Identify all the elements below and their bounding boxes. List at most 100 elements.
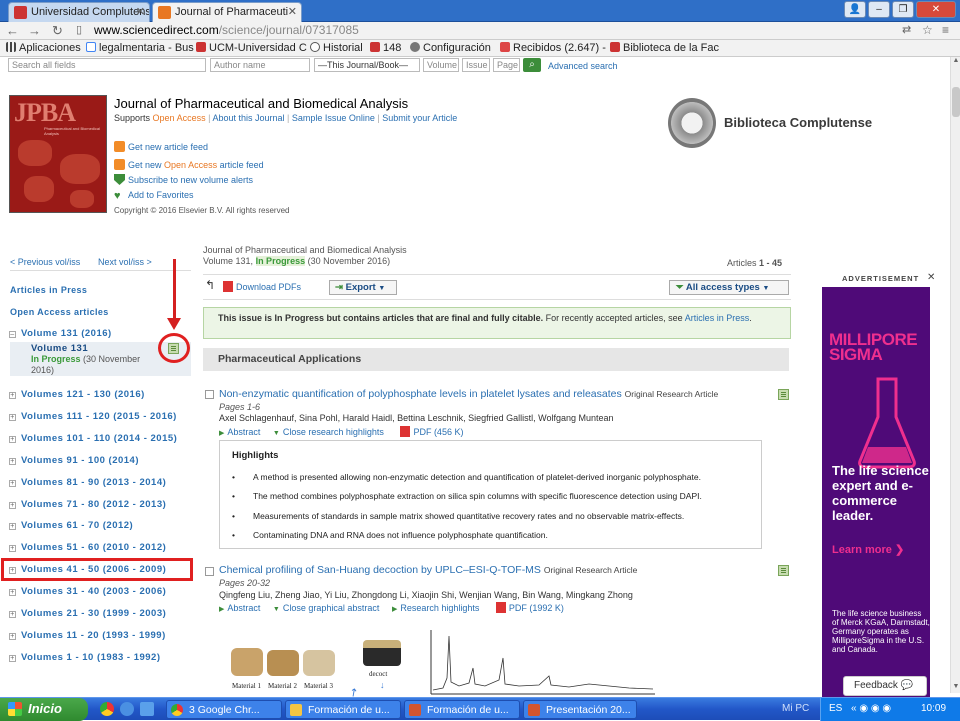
search-button[interactable]: ⌕ [523,58,541,72]
ie-icon[interactable] [120,702,134,716]
volume-group[interactable]: + Volumes 121 - 130 (2016) [9,389,145,400]
download-pdfs-link[interactable]: Download PDFs [223,281,301,292]
close-highlights-link[interactable]: ▼ Close research highlights [273,427,384,437]
volume-group[interactable]: + Volumes 1 - 10 (1983 - 1992) [9,652,161,663]
ucm-icon [610,42,620,52]
close-icon[interactable]: ✕ [136,5,145,18]
back-icon[interactable]: ← [6,23,19,38]
volume-group[interactable]: + Volumes 111 - 120 (2015 - 2016) [9,411,177,422]
bookmark-biblioteca[interactable]: Biblioteca de la Fac [610,42,719,54]
prev-issue-link[interactable]: < Previous vol/iss [10,257,80,267]
pdf-link[interactable]: PDF (456 K) [400,426,463,437]
research-highlights-link[interactable]: ▶ Research highlights [392,603,479,613]
add-favorites-link[interactable]: ♥ Add to Favorites [114,190,194,202]
volume-group[interactable]: + Volumes 91 - 100 (2014) [9,455,139,466]
submit-article-link[interactable]: Submit your Article [382,113,457,123]
export-button[interactable]: ⇥ Export ▼ [329,280,397,295]
journal-cover-image[interactable]: JPBA Pharmaceutical and Biomedical Analy… [9,95,107,213]
volume-group[interactable]: + Volumes 101 - 110 (2014 - 2015) [9,433,177,444]
advanced-search-link[interactable]: Advanced search [548,61,618,71]
about-journal-link[interactable]: About this Journal [212,113,284,123]
menu-icon[interactable]: ≡ [942,23,949,37]
page-scrollbar[interactable]: ▲ ▼ [950,57,960,693]
abstract-link[interactable]: ▶ Abstract [219,427,260,437]
next-issue-link[interactable]: Next vol/iss > [98,257,152,267]
volume-group[interactable]: + Volumes 11 - 20 (1993 - 1999) [9,630,166,641]
access-type-filter[interactable]: ⏷ All access types ▼ [669,280,789,295]
language-indicator[interactable]: ES [829,703,842,714]
scope-select[interactable]: —This Journal/Book— [314,58,420,72]
taskbar-item-folder[interactable]: Formación de u... [285,700,401,719]
close-icon[interactable]: ✕ [288,5,297,18]
feedback-button[interactable]: Feedback 💬 [843,676,927,696]
issue-input[interactable]: Issue [462,58,490,72]
graphical-abstract-image[interactable]: Material 1 Material 2 Material 3 decoct … [219,618,659,700]
volume-group[interactable]: + Volumes 31 - 40 (2003 - 2006) [9,586,166,597]
article-checkbox[interactable] [205,567,214,576]
expand-icon: + [9,414,16,421]
bookmark-apps[interactable]: Aplicaciones [6,42,81,54]
desktop-icon[interactable] [140,702,154,716]
articles-in-press-link[interactable]: Articles in Press [10,285,87,295]
forward-icon[interactable]: → [28,23,41,38]
tab-journal[interactable]: Journal of Pharmaceuti ✕ [152,2,302,22]
maximize-button[interactable]: ❐ [892,1,914,18]
tray-icons[interactable]: « ◉ ◉ ◉ [851,703,891,714]
ad-close-icon[interactable]: ✕ [927,272,935,283]
bookmark-star-icon[interactable]: ☆ [922,23,933,37]
elsevier-favicon-icon [158,6,171,19]
open-access-link[interactable]: Open Access [153,113,206,123]
reload-icon[interactable]: ↻ [52,23,63,39]
taskbar-item-ppt1[interactable]: Formación de u... [404,700,520,719]
bookmark-settings[interactable]: Configuración [410,42,491,54]
volume-group[interactable]: + Volumes 71 - 80 (2012 - 2013) [9,499,166,510]
profile-icon[interactable]: 👤 [844,1,866,18]
taskbar-item-chrome[interactable]: 3 Google Chr... [166,700,282,719]
close-window-button[interactable]: ✕ [916,1,956,18]
abstract-link[interactable]: ▶ Abstract [219,603,260,613]
volume-group[interactable]: + Volumes 61 - 70 (2012) [9,520,133,531]
ad-learn-more-link[interactable]: Learn more ❯ [832,543,904,556]
windows-taskbar: Inicio 3 Google Chr... Formación de u...… [0,697,960,721]
search-all-fields-input[interactable]: Search all fields [8,58,206,72]
articles-in-press-notice-link[interactable]: Articles in Press [685,313,750,323]
pdf-link[interactable]: PDF (1992 K) [495,602,564,613]
article-title-link[interactable]: Chemical profiling of San-Huang decoctio… [219,564,637,576]
translate-icon[interactable]: ⇄ [902,23,911,36]
minimize-button[interactable]: – [868,1,890,18]
close-graphical-abstract-link[interactable]: ▼ Close graphical abstract [273,603,380,613]
volume-group-131[interactable]: – Volume 131 (2016) [9,328,112,339]
article-title-link[interactable]: Non-enzymatic quantification of polyphos… [219,388,718,400]
bookmark-148[interactable]: 148 [370,42,401,54]
bookmark-ucm[interactable]: UCM-Universidad C [196,42,307,54]
my-pc-label[interactable]: Mi PC [782,703,809,714]
arrow-icon: ↓ [380,680,385,690]
chrome-icon[interactable] [100,702,114,716]
volume-group[interactable]: + Volumes 21 - 30 (1999 - 2003) [9,608,166,619]
volume-input[interactable]: Volume [423,58,459,72]
taskbar-item-ppt2[interactable]: Presentación 20... [523,700,637,719]
volume-group[interactable]: + Volumes 81 - 90 (2013 - 2014) [9,477,166,488]
author-name-input[interactable]: Author name [210,58,310,72]
start-button[interactable]: Inicio [0,698,88,721]
pdf-icon [223,281,233,292]
volume-group[interactable]: + Volumes 51 - 60 (2010 - 2012) [9,542,166,553]
article-toc-icon[interactable] [778,565,789,576]
volume-alerts-link[interactable]: Subscribe to new volume alerts [114,174,253,185]
clock[interactable]: 10:09 [921,703,946,714]
sample-issue-link[interactable]: Sample Issue Online [292,113,375,123]
article-checkbox[interactable] [205,390,214,399]
url-field[interactable]: www.sciencedirect.com/science/journal/07… [94,23,359,37]
alert-icon [114,174,125,185]
bookmark-history[interactable]: Historial [310,42,363,54]
tab-universidad[interactable]: Universidad Complutense ✕ [8,2,150,22]
oa-feed-link[interactable]: Get new Open Access article feed [114,159,264,170]
advertisement-banner[interactable]: MILLIPORE SIGMA The life science expert a… [822,287,930,698]
back-arrow-icon[interactable]: ↰ [205,278,215,292]
open-access-articles-link[interactable]: Open Access articles [10,307,109,317]
bookmark-legal[interactable]: legalmentaria - Bus [86,42,194,54]
article-feed-link[interactable]: Get new article feed [114,141,208,152]
bookmark-gmail[interactable]: Recibidos (2.647) - [500,42,606,54]
page-input[interactable]: Page [493,58,520,72]
article-toc-icon[interactable] [778,389,789,400]
